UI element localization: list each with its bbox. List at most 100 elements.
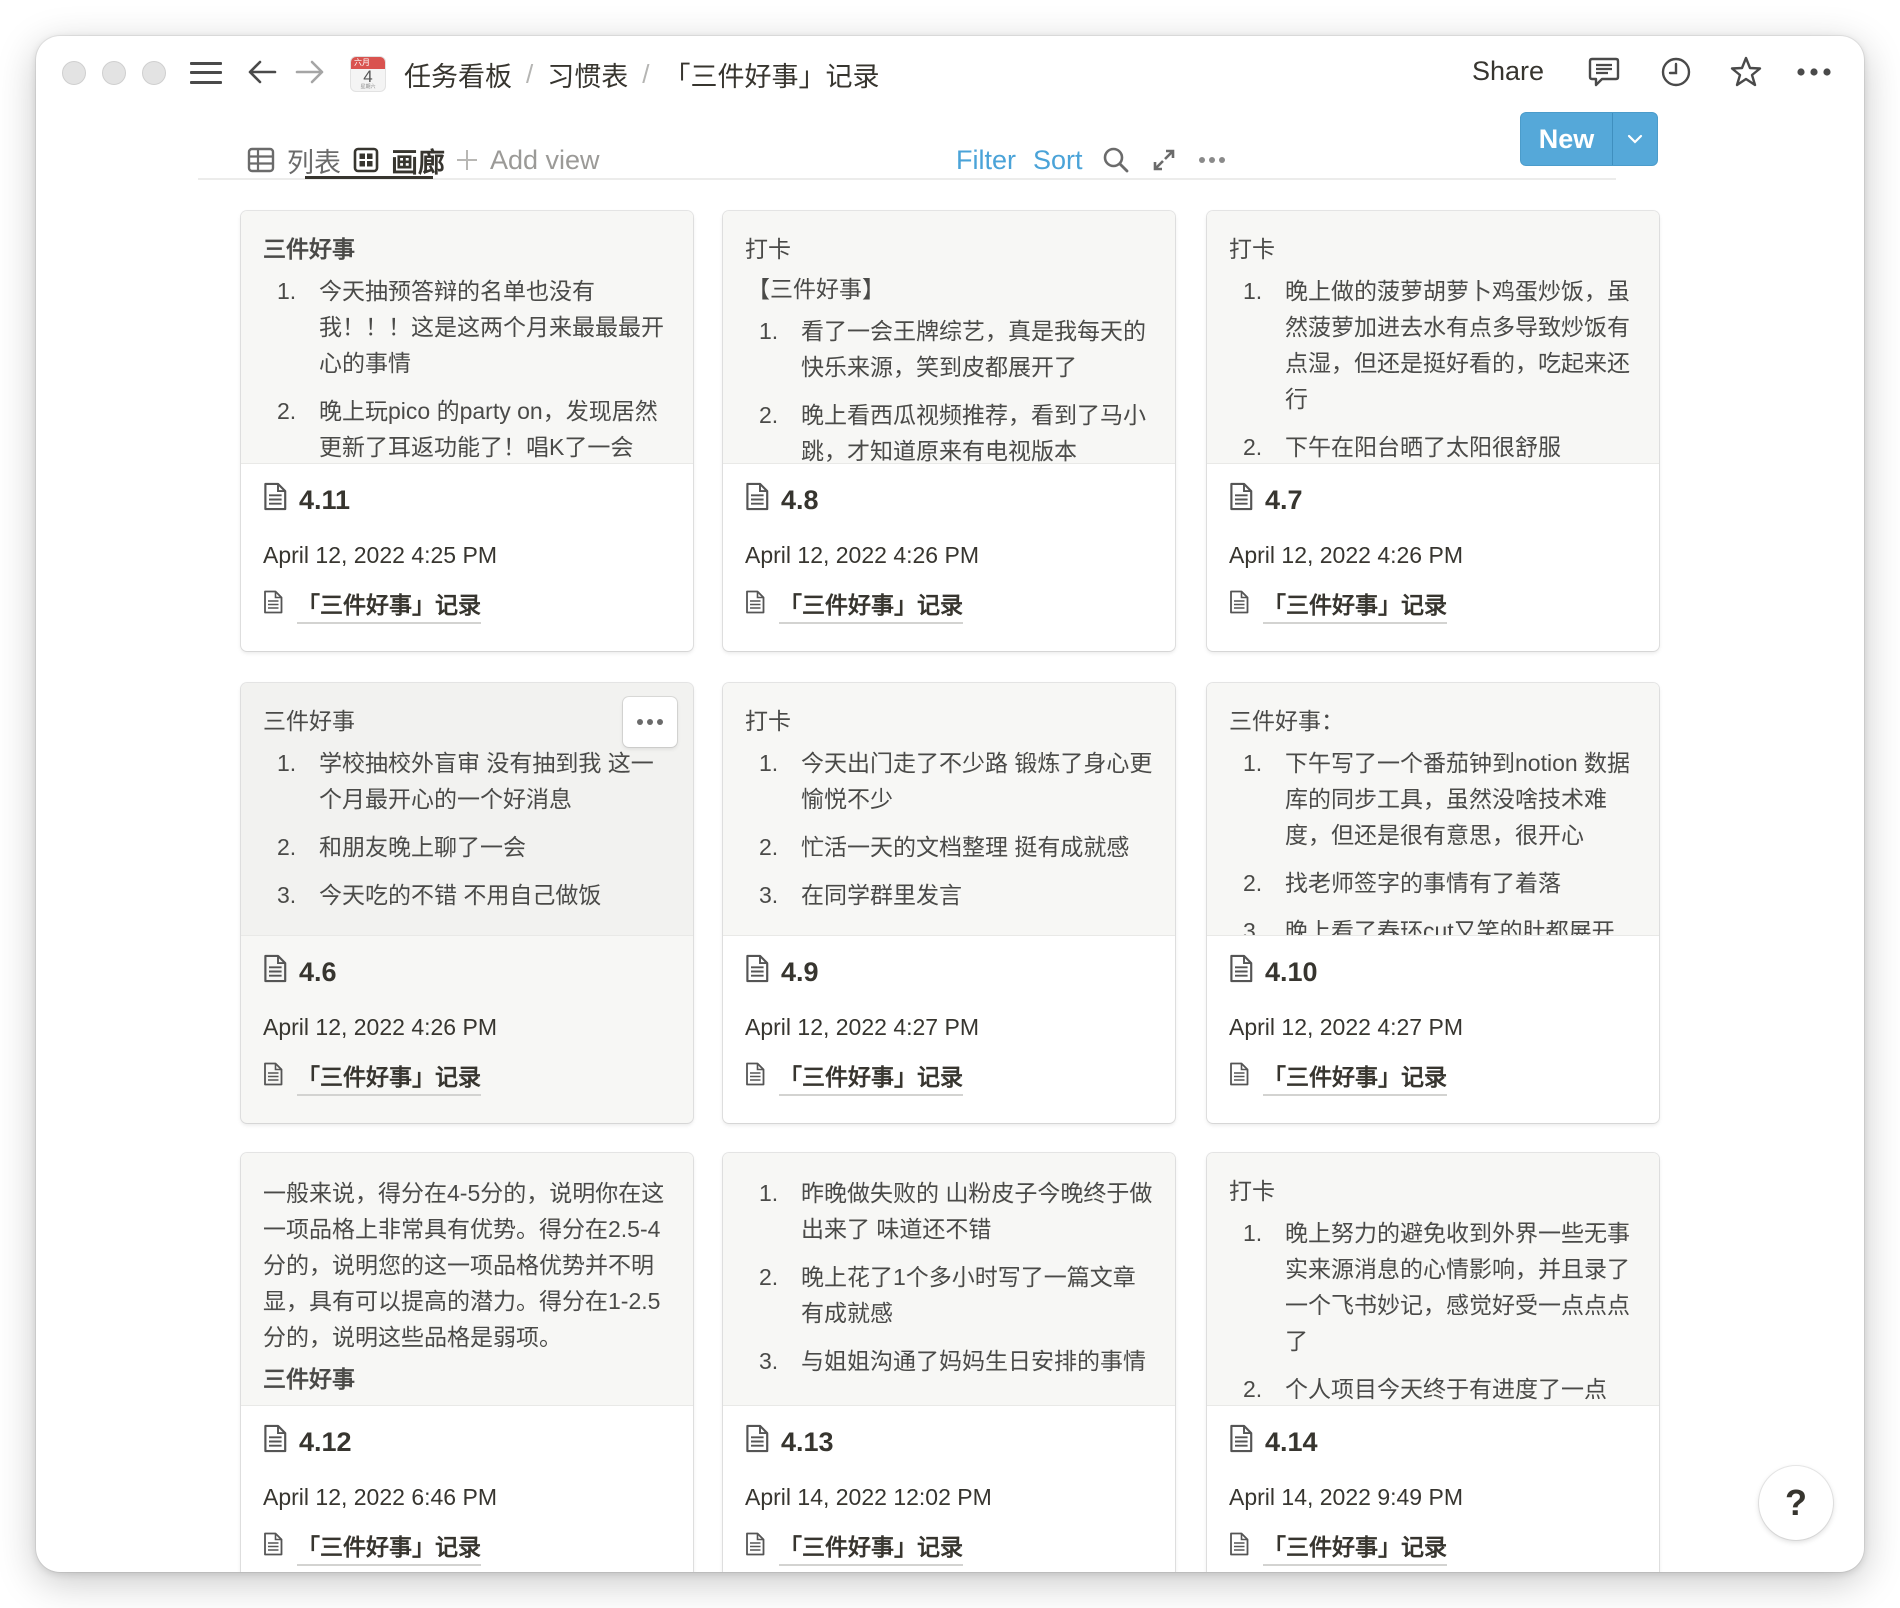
preview-list: 1. 学校抽校外盲审 没有抽到我 这一个月最开心的一个好消息 2. 和朋友晚上聊了一会…: [263, 745, 671, 913]
preview-list: 1. 下午写了一个番茄钟到notion 数据库的同步工具，虽然没啥技术难度，但还是…: [1229, 745, 1637, 936]
preview-list-item: 1. 晚上努力的避免收到外界一些无事实来源消息的心情影响，并且录了一个飞书妙记，感…: [1229, 1215, 1637, 1359]
new-button[interactable]: New: [1521, 113, 1613, 165]
tab-gallery-view[interactable]: 画廊: [353, 140, 445, 180]
card-created-date: April 12, 2022 4:27 PM: [1229, 1014, 1463, 1040]
card-title[interactable]: 4.14: [1229, 1424, 1318, 1460]
card-title[interactable]: 4.10: [1229, 954, 1318, 990]
preview-list-item: 1. 看了一会王牌综艺，真是我每天的快乐来源，笑到皮都展开了: [745, 313, 1153, 385]
page-icon: [1229, 482, 1253, 518]
relation-link[interactable]: 「三件好事」记录: [297, 1058, 481, 1096]
relation-link[interactable]: 「三件好事」记录: [297, 1528, 481, 1566]
preview-list-item: 1. 晚上做的菠萝胡萝卜鸡蛋炒饭，虽然菠萝加进去水有点多导致炒饭有点湿，但还是挺好…: [1229, 273, 1637, 417]
gallery-card[interactable]: 打卡 【三件好事】 1. 看了一会王牌综艺，真是我每天的快乐来源，笑到皮都展开了 2. 晚…: [723, 211, 1175, 651]
gallery-card[interactable]: 1. 昨晚做失败的 山粉皮子今晚终于做出来了 味道还不错 2. 晚上花了1个多小时写了…: [723, 1153, 1175, 1572]
preview-subheading: 【三件好事】: [747, 276, 885, 302]
back-arrow-icon[interactable]: [244, 54, 280, 90]
list-number: 1.: [277, 278, 297, 304]
list-number: 2.: [1243, 1376, 1263, 1402]
list-number: 2.: [759, 834, 779, 860]
tab-list-label: 列表: [287, 147, 341, 178]
breadcrumb-item-current-page[interactable]: 「三件好事」记录: [659, 53, 883, 96]
card-title[interactable]: 4.11: [263, 482, 350, 518]
preview-heading: 三件好事: [263, 1366, 355, 1392]
gallery-card[interactable]: 打卡 1. 今天出门走了不少路 锻炼了身心更愉悦不少 2. 忙活一天的文档整理 挺有成就…: [723, 683, 1175, 1123]
breadcrumb-item-task-board[interactable]: 任务看板: [400, 53, 516, 96]
preview-list-item: 2. 个人项目今天终于有进度了一点: [1229, 1371, 1637, 1405]
preview-list-item: 3. 晚上看了春环cut又笑的肚都展开了: [1229, 913, 1637, 936]
list-item-text: 在同学群里发言: [801, 882, 962, 908]
preview-list-item: 1. 学校抽校外盲审 没有抽到我 这一个月最开心的一个好消息: [263, 745, 671, 817]
preview-list-item: 2. 晚上玩pico 的party on，发现居然更新了耳返功能了！唱K了一会: [263, 393, 671, 463]
gallery-card[interactable]: 一般来说，得分在4-5分的，说明你在这一项品格上非常具有优势。得分在2.5-4分…: [241, 1153, 693, 1572]
card-preview: 打卡 【三件好事】 1. 看了一会王牌综艺，真是我每天的快乐来源，笑到皮都展开了 2. 晚…: [723, 211, 1175, 464]
window-zoom-button[interactable]: [142, 61, 166, 85]
card-title[interactable]: 4.6: [263, 954, 337, 990]
card-title[interactable]: 4.9: [745, 954, 819, 990]
preview-list: 1. 晚上努力的避免收到外界一些无事实来源消息的心情影响，并且录了一个飞书妙记，感…: [1229, 1215, 1637, 1405]
window-close-button[interactable]: [62, 61, 86, 85]
forward-arrow-icon[interactable]: [292, 54, 328, 90]
star-icon[interactable]: [1726, 52, 1766, 92]
card-preview: 打卡 1. 晚上努力的避免收到外界一些无事实来源消息的心情影响，并且录了一个飞书妙记…: [1207, 1153, 1659, 1406]
gallery-card[interactable]: 三件好事： 1. 下午写了一个番茄钟到notion 数据库的同步工具，虽然没啥技术难…: [1207, 683, 1659, 1123]
list-number: 1.: [759, 750, 779, 776]
gallery-card[interactable]: 打卡 1. 晚上做的菠萝胡萝卜鸡蛋炒饭，虽然菠萝加进去水有点多导致炒饭有点湿，但还是…: [1207, 211, 1659, 651]
gallery-card[interactable]: 三件好事 1. 今天抽预答辩的名单也没有我！！！这是这两个月来最最最开心的事情 2. 晚…: [241, 211, 693, 651]
list-item-text: 忙活一天的文档整理 挺有成就感: [801, 834, 1130, 860]
more-icon[interactable]: [1794, 52, 1834, 92]
list-item-text: 今天吃的不错 不用自己做饭: [319, 882, 602, 908]
expand-icon[interactable]: [1152, 140, 1176, 180]
card-body: 4.10 April 12, 2022 4:27 PM 「三件好事」记录: [1207, 936, 1659, 1123]
card-title-text: 4.14: [1265, 1426, 1318, 1457]
tab-list-view[interactable]: 列表: [247, 140, 341, 180]
preview-list: 1. 今天出门走了不少路 锻炼了身心更愉悦不少 2. 忙活一天的文档整理 挺有成就感 3…: [745, 745, 1153, 913]
list-item-text: 晚上做的菠萝胡萝卜鸡蛋炒饭，虽然菠萝加进去水有点多导致炒饭有点湿，但还是挺好看的…: [1285, 278, 1630, 412]
gallery-card[interactable]: 三件好事 1. 学校抽校外盲审 没有抽到我 这一个月最开心的一个好消息 2. 和朋友晚上…: [241, 683, 693, 1123]
page-icon: [745, 1532, 765, 1562]
sort-button[interactable]: Sort: [1033, 140, 1083, 180]
help-button[interactable]: ?: [1759, 1466, 1833, 1540]
card-relation: 「三件好事」记录: [263, 1058, 481, 1096]
preview-list-item: 3. 今天吃的不错 不用自己做饭: [263, 877, 671, 913]
card-title[interactable]: 4.13: [745, 1424, 834, 1460]
view-more-icon[interactable]: [1198, 140, 1226, 180]
relation-link[interactable]: 「三件好事」记录: [1263, 586, 1447, 624]
card-body: 4.9 April 12, 2022 4:27 PM 「三件好事」记录: [723, 936, 1175, 1123]
filter-button[interactable]: Filter: [956, 140, 1016, 180]
card-title[interactable]: 4.7: [1229, 482, 1303, 518]
gallery-card[interactable]: 打卡 1. 晚上努力的避免收到外界一些无事实来源消息的心情影响，并且录了一个飞书妙记…: [1207, 1153, 1659, 1572]
preview-heading: 三件好事：: [1229, 708, 1344, 734]
relation-link[interactable]: 「三件好事」记录: [779, 586, 963, 624]
relation-link[interactable]: 「三件好事」记录: [1263, 1058, 1447, 1096]
card-more-button[interactable]: [623, 697, 677, 747]
card-title[interactable]: 4.12: [263, 1424, 352, 1460]
list-item-text: 晚上看了春环cut又笑的肚都展开了: [1285, 918, 1615, 936]
relation-link[interactable]: 「三件好事」记录: [1263, 1528, 1447, 1566]
clock-icon[interactable]: [1656, 52, 1696, 92]
list-number: 1.: [1243, 278, 1263, 304]
breadcrumb-separator: /: [642, 58, 650, 89]
relation-link[interactable]: 「三件好事」记录: [297, 586, 481, 624]
relation-link[interactable]: 「三件好事」记录: [779, 1058, 963, 1096]
preview-list-item: 2. 和朋友晚上聊了一会: [263, 829, 671, 865]
card-body: 4.8 April 12, 2022 4:26 PM 「三件好事」记录: [723, 464, 1175, 651]
search-icon[interactable]: [1102, 140, 1130, 180]
preview-heading: 打卡: [745, 708, 791, 734]
add-view-button[interactable]: Add view: [456, 140, 600, 180]
sidebar-toggle-icon[interactable]: [190, 60, 222, 86]
list-item-text: 和朋友晚上聊了一会: [319, 834, 526, 860]
comment-icon[interactable]: [1584, 52, 1624, 92]
relation-link[interactable]: 「三件好事」记录: [779, 1528, 963, 1566]
breadcrumb-item-habits[interactable]: 习惯表: [543, 53, 632, 96]
list-number: 1.: [1243, 750, 1263, 776]
card-created-date: April 14, 2022 9:49 PM: [1229, 1484, 1463, 1510]
share-button[interactable]: Share: [1472, 56, 1544, 87]
card-title-text: 4.13: [781, 1426, 834, 1457]
card-body: 4.14 April 14, 2022 9:49 PM 「三件好事」记录: [1207, 1406, 1659, 1572]
calendar-icon: 六月 4 星期六: [350, 56, 386, 92]
window-minimize-button[interactable]: [102, 61, 126, 85]
breadcrumb-separator: /: [526, 58, 534, 89]
card-title[interactable]: 4.8: [745, 482, 819, 518]
new-dropdown-chevron-icon[interactable]: [1613, 113, 1657, 165]
page-icon: [1229, 590, 1249, 620]
